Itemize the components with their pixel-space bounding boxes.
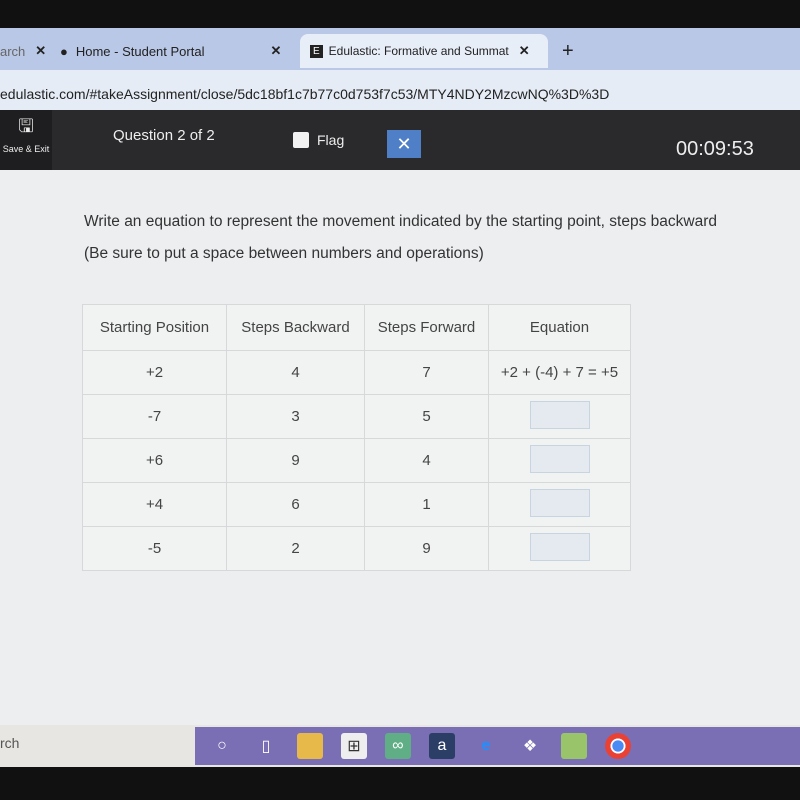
close-button[interactable]: ✕ — [387, 130, 421, 158]
table-row: +2 4 7 +2 + (-4) + 7 = +5 — [82, 350, 631, 395]
task-view-icon[interactable]: ▯ — [253, 733, 279, 759]
save-icon: 🖫 — [18, 116, 34, 136]
equation-input[interactable] — [529, 444, 590, 473]
edulastic-icon: E — [310, 44, 323, 58]
table-row: +6 9 4 — [82, 438, 631, 483]
table-row: -5 2 9 — [82, 526, 631, 571]
question-area: Write an equation to represent the movem… — [0, 170, 800, 725]
equation-answer: +2 + (-4) + 7 = +5 — [488, 350, 631, 395]
taskbar-apps: ○ ▯ ⊞ ∞ a e ❖ — [195, 727, 800, 765]
taskbar-search[interactable]: rch — [0, 735, 19, 751]
file-explorer-icon[interactable] — [297, 733, 323, 759]
store-icon[interactable]: ⊞ — [341, 733, 367, 759]
tab-edulastic[interactable]: E Edulastic: Formative and Summat ✕ — [300, 34, 548, 68]
close-tab-icon[interactable]: ✕ — [35, 43, 46, 59]
globe-icon: ● — [60, 43, 68, 59]
tab-bar: arch ✕ ● Home - Student Portal ✕ E Edulastic… — [0, 28, 800, 70]
table-row: -7 3 5 — [82, 394, 631, 439]
equation-table: Starting Position Steps Backward Steps F… — [82, 304, 631, 571]
equation-input[interactable] — [529, 532, 590, 561]
question-counter: Question 2 of 2 — [113, 127, 215, 144]
cortana-icon[interactable]: ○ — [209, 733, 235, 759]
tab-search[interactable]: arch ✕ — [0, 34, 46, 68]
amazon-icon[interactable]: a — [429, 733, 455, 759]
table-header: Starting Position Steps Backward Steps F… — [82, 304, 631, 351]
tab-home-student-portal[interactable]: ● Home - Student Portal ✕ — [60, 34, 281, 68]
photos-icon[interactable] — [561, 733, 587, 759]
dropbox-icon[interactable]: ❖ — [517, 733, 543, 759]
close-tab-icon[interactable]: ✕ — [519, 43, 530, 59]
new-tab-button[interactable]: + — [562, 34, 574, 68]
edge-icon[interactable]: e — [473, 733, 499, 759]
save-exit-button[interactable]: 🖫 Save & Exit — [0, 110, 52, 170]
tripadvisor-icon[interactable]: ∞ — [385, 733, 411, 759]
close-tab-icon[interactable]: ✕ — [270, 43, 281, 59]
address-bar[interactable]: edulastic.com/#takeAssignment/close/5dc1… — [0, 70, 800, 110]
timer: 00:09:53 — [676, 138, 754, 160]
chrome-icon[interactable] — [605, 733, 631, 759]
taskbar: rch ○ ▯ ⊞ ∞ a e ❖ — [0, 725, 800, 767]
equation-input[interactable] — [529, 488, 590, 517]
table-row: +4 6 1 — [82, 482, 631, 527]
flag-checkbox[interactable] — [293, 132, 309, 148]
equation-input[interactable] — [529, 400, 590, 429]
flag-toggle[interactable]: Flag — [293, 132, 344, 148]
question-text: Write an equation to represent the movem… — [84, 213, 717, 262]
assessment-toolbar: 🖫 Save & Exit Question 2 of 2 Flag ✕ 00:0… — [0, 110, 800, 170]
